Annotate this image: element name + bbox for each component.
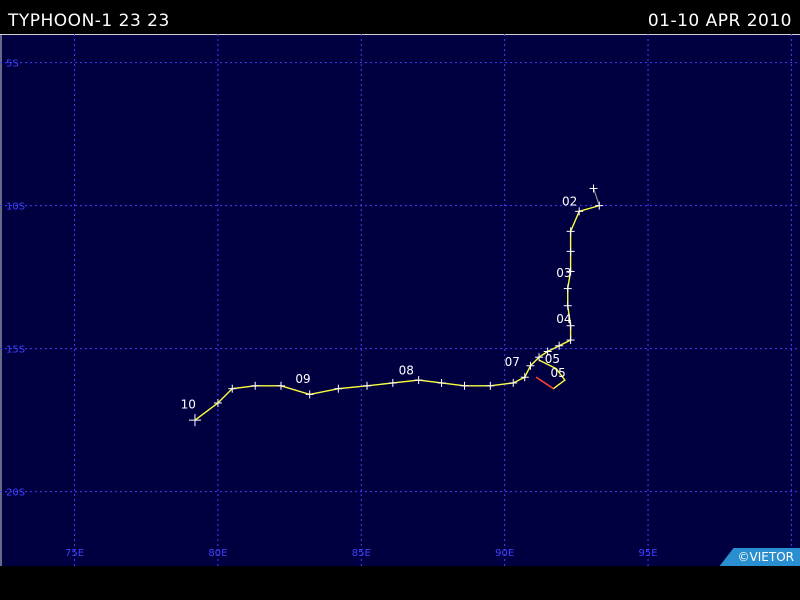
ocean-background bbox=[0, 34, 800, 566]
day-label: 03 bbox=[556, 266, 571, 280]
longitude-label: 95E bbox=[639, 548, 658, 559]
latitude-label: 20S bbox=[6, 488, 25, 499]
longitude-label: 90E bbox=[495, 548, 514, 559]
track-map: 75E80E85E90E95E100E5S10S15S20S 020304050… bbox=[0, 34, 800, 566]
footer-bar bbox=[0, 566, 800, 600]
longitude-label: 80E bbox=[208, 548, 227, 559]
latitude-label: 5S bbox=[6, 59, 19, 70]
latitude-label: 15S bbox=[6, 345, 25, 356]
day-label: 07 bbox=[505, 355, 520, 369]
day-label: 04 bbox=[556, 312, 571, 326]
track-map-svg: 75E80E85E90E95E100E5S10S15S20S 020304050… bbox=[0, 34, 800, 566]
day-label: 05 bbox=[545, 352, 560, 366]
day-label: 08 bbox=[399, 363, 414, 377]
credit-badge: ©VIETOR bbox=[719, 548, 800, 566]
day-label: 02 bbox=[562, 195, 577, 209]
day-label: 05 bbox=[551, 366, 566, 380]
longitude-label: 75E bbox=[65, 548, 84, 559]
day-label: 09 bbox=[295, 372, 310, 386]
header-bar: TYPHOON-1 23 23 01-10 APR 2010 bbox=[0, 0, 800, 34]
day-label: 10 bbox=[181, 398, 196, 412]
date-range: 01-10 APR 2010 bbox=[647, 11, 792, 31]
longitude-label: 85E bbox=[352, 548, 371, 559]
latitude-label: 10S bbox=[6, 202, 25, 213]
storm-title: TYPHOON-1 23 23 bbox=[8, 11, 170, 31]
